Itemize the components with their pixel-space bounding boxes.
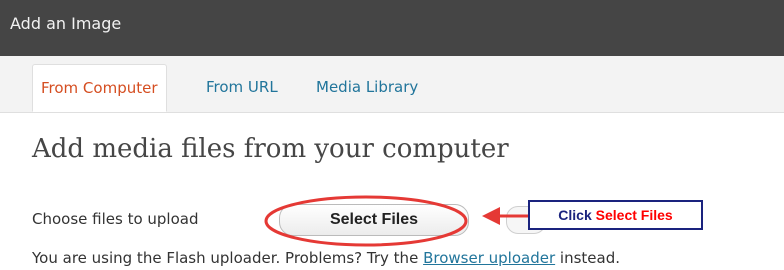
annotation-callout: Click Select Files: [528, 200, 703, 230]
annotation-arrowhead: [482, 207, 500, 225]
status-text: You are using the Flash uploader. Proble…: [32, 249, 419, 267]
callout-highlight: Select Files: [595, 207, 673, 223]
uploader-status-line: You are using the Flash uploader. Proble…: [32, 249, 620, 267]
browser-uploader-link[interactable]: Browser uploader: [423, 249, 555, 267]
status-text-end: instead.: [559, 249, 620, 267]
highlight-ellipse: [264, 195, 468, 247]
callout-prefix: Click: [558, 207, 592, 223]
